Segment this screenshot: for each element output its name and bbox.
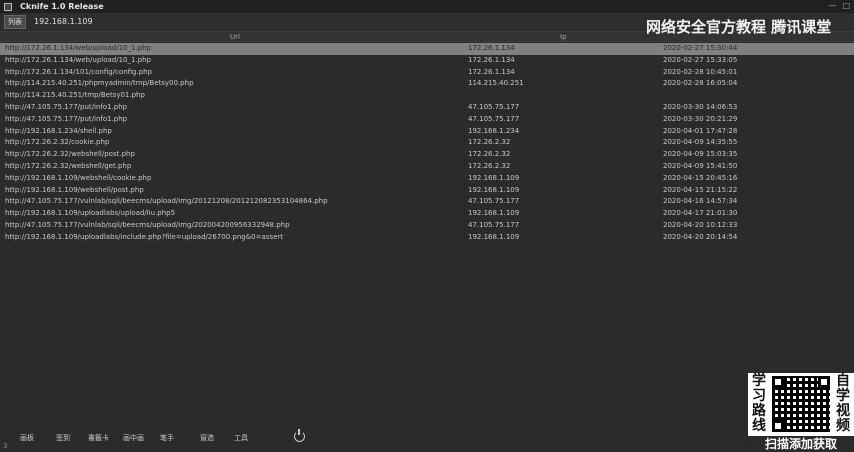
cell-ip: 192.168.1.109 [468,232,520,241]
cell-url: http://114.215.40.251/tmp/Betsy01.php [5,91,145,100]
cell-ip: 192.168.1.109 [468,185,520,194]
menu-item-pip[interactable]: 画中画 [123,433,144,443]
menu-item-draw[interactable]: 画板 [20,433,34,443]
cell-time: 2020-03-30 14:06:53 [663,102,738,111]
cell-time: 2020-04-16 14:57:34 [663,197,738,206]
window-title: Cknife 1.0 Release [20,2,104,11]
cell-url: http://192.168.1.109/webshell/post.php [5,185,144,194]
table-row[interactable]: http://47.105.75.177/put/info1.php 47.105… [0,102,854,114]
menu-item-tools[interactable]: 工具 [234,433,248,443]
cell-time: 2020-04-20 10:12:33 [663,220,738,229]
cell-url: http://172.26.2.32/webshell/post.php [5,150,135,159]
cell-url: http://172.26.2.32/cookie.php [5,138,110,147]
table-row[interactable]: http://192.168.1.109/uploadlabs/include.… [0,232,854,244]
power-icon[interactable] [294,429,305,442]
cell-url: http://47.105.75.177/put/info1.php [5,102,128,111]
cell-time: 2020-04-17 21:01:30 [663,209,738,218]
cell-url: http://47.105.75.177/vulnlab/sqli/beecms… [5,197,328,206]
cell-time: 2020-04-09 14:35:55 [663,138,738,147]
cell-ip: 47.105.75.177 [468,197,520,206]
table-row[interactable]: http://47.105.75.177/vulnlab/sqli/beecms… [0,196,854,208]
table-row[interactable]: http://172.26.1.134/web/upload/10_1.php 1… [0,43,854,55]
table-row[interactable]: http://172.26.2.32/cookie.php 172.26.2.32… [0,137,854,149]
promo-panel: 学习路线 自学视频 扫描添加获取 [748,373,854,452]
cell-time: 2020-04-15 20:45:16 [663,173,738,182]
cell-url: http://172.26.1.134/web/upload/10_1.php [5,44,152,52]
cell-ip: 47.105.75.177 [468,102,520,111]
cell-ip: 172.26.1.134 [468,55,515,64]
cell-ip: 172.26.1.134 [468,44,515,52]
cell-time: 2020-04-01 17:47:28 [663,126,738,135]
cell-url: http://192.168.1.109/uploadlabs/upload/l… [5,209,176,218]
cell-url: http://172.26.1.134/101/config/config.ph… [5,67,153,76]
cell-ip: 172.26.2.32 [468,150,511,159]
table-row[interactable]: http://192.168.1.109/uploadlabs/upload/l… [0,208,854,220]
cell-url: http://172.26.1.134/web/upload/10_1.php [5,55,152,64]
cell-ip: 172.26.2.32 [468,161,511,170]
cell-url: http://192.168.1.109/webshell/cookie.php [5,173,152,182]
shell-list: http://172.26.1.134/web/upload/10_1.php 1… [0,43,854,244]
window-controls: — □ [828,1,850,10]
column-header-url[interactable]: Url [230,33,240,41]
app-icon [4,2,12,11]
table-row[interactable]: http://172.26.2.32/webshell/post.php 172.… [0,149,854,161]
menu-item-sign[interactable]: 签到 [56,433,70,443]
menu-item-select[interactable]: 窗选 [200,433,214,443]
menu-item-pen[interactable]: 笔手 [160,433,174,443]
tab-list[interactable]: 列表 [4,14,26,29]
cell-url: http://172.26.2.32/webshell/get.php [5,161,132,170]
cell-ip: 47.105.75.177 [468,220,520,229]
cell-time: 2020-04-15 21:15:22 [663,185,738,194]
promo-left-text: 学习路线 [752,373,766,434]
table-row[interactable]: http://47.105.75.177/vulnlab/sqli/beecms… [0,220,854,232]
cell-time: 2020-04-09 15:03:35 [663,150,738,159]
menu-item-bookmark[interactable]: 書籤卡 [88,433,109,443]
address-display[interactable]: 192.168.1.109 [34,17,93,26]
cell-ip: 47.105.75.177 [468,114,520,123]
cell-time: 2020-02-27 15:33:05 [663,55,738,64]
cell-url: http://192.168.1.109/uploadlabs/include.… [5,232,283,241]
watermark-text: 网络安全官方教程 腾讯课堂 [646,18,832,36]
column-header-ip[interactable]: Ip [560,33,567,41]
table-row[interactable]: http://114.215.40.251/phpmyadmin/tmp/Bet… [0,78,854,90]
cell-url: http://47.105.75.177/put/info1.php [5,114,128,123]
title-bar: Cknife 1.0 Release — □ [0,0,854,13]
cell-url: http://114.215.40.251/phpmyadmin/tmp/Bet… [5,79,194,88]
table-row[interactable]: http://172.26.1.134/web/upload/10_1.php 1… [0,55,854,67]
table-row[interactable]: http://114.215.40.251/tmp/Betsy01.php [0,90,854,102]
promo-right-text: 自学视频 [836,373,850,434]
cell-ip: 192.168.1.109 [468,209,520,218]
cell-ip: 172.26.1.134 [468,67,515,76]
qr-code [772,376,830,432]
cell-ip: 192.168.1.234 [468,126,520,135]
table-row[interactable]: http://192.168.1.109/webshell/cookie.php… [0,173,854,185]
corner-label: 3 [3,442,8,450]
cell-time: 2020-02-28 10:45:01 [663,67,738,76]
cell-time: 2020-04-20 20:14:54 [663,232,738,241]
cell-ip: 192.168.1.109 [468,173,520,182]
table-row[interactable]: http://192.168.1.234/shell.php 192.168.1.… [0,126,854,138]
cell-ip: 172.26.2.32 [468,138,511,147]
cell-time: 2020-02-27 15:30:44 [663,44,738,52]
cell-url: http://47.105.75.177/vulnlab/sqli/beecms… [5,220,290,229]
promo-footer: 扫描添加获取 [748,436,854,452]
table-row[interactable]: http://172.26.1.134/101/config/config.ph… [0,67,854,79]
maximize-button[interactable]: □ [842,1,850,10]
cell-time: 2020-04-09 15:41:50 [663,161,738,170]
cell-time: 2020-03-30 20:21:29 [663,114,738,123]
bottom-menu-bar: 画板 签到 書籤卡 画中画 笔手 窗选 工具 [0,429,748,445]
cell-time: 2020-02-28 16:05:04 [663,79,738,88]
cell-ip: 114.215.40.251 [468,79,524,88]
table-row[interactable]: http://47.105.75.177/put/info1.php 47.105… [0,114,854,126]
cell-url: http://192.168.1.234/shell.php [5,126,112,135]
table-row[interactable]: http://172.26.2.32/webshell/get.php 172.2… [0,161,854,173]
minimize-button[interactable]: — [828,1,836,10]
table-row[interactable]: http://192.168.1.109/webshell/post.php 19… [0,185,854,197]
